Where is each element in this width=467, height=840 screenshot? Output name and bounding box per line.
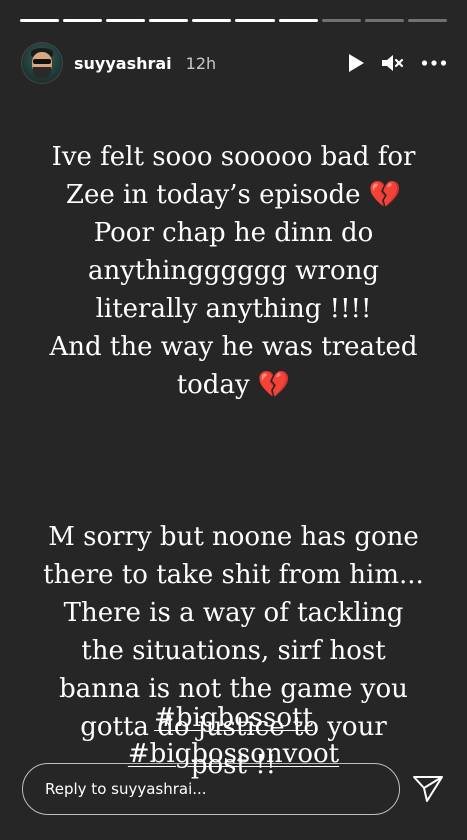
progress-segment [321, 19, 361, 22]
story-progress-bar [20, 19, 447, 22]
progress-segment [149, 19, 189, 22]
progress-segment [364, 19, 404, 22]
progress-segment [278, 19, 318, 22]
hashtag-link[interactable]: #bigbossott [0, 700, 467, 736]
username[interactable]: suyyashrai [74, 54, 172, 73]
progress-segment [20, 19, 60, 22]
story-controls [347, 53, 447, 73]
progress-segment [407, 19, 447, 22]
reply-input[interactable] [22, 763, 400, 815]
story-paragraph: Ive felt sooo sooooo bad for Zee in toda… [49, 142, 418, 400]
hashtags: #bigbossott #bigbossonvoot [0, 700, 467, 772]
story-footer [22, 763, 447, 815]
more-options-icon[interactable] [421, 59, 447, 67]
progress-segment [63, 19, 103, 22]
profile-avatar[interactable] [22, 43, 62, 83]
play-icon[interactable] [347, 53, 365, 73]
progress-segment [192, 19, 232, 22]
speaker-muted-icon[interactable] [381, 53, 405, 73]
progress-segment [235, 19, 275, 22]
post-time: 12h [185, 53, 217, 73]
progress-segment [106, 19, 146, 22]
story-header: suyyashrai 12h [22, 40, 447, 86]
send-icon[interactable] [412, 774, 444, 804]
